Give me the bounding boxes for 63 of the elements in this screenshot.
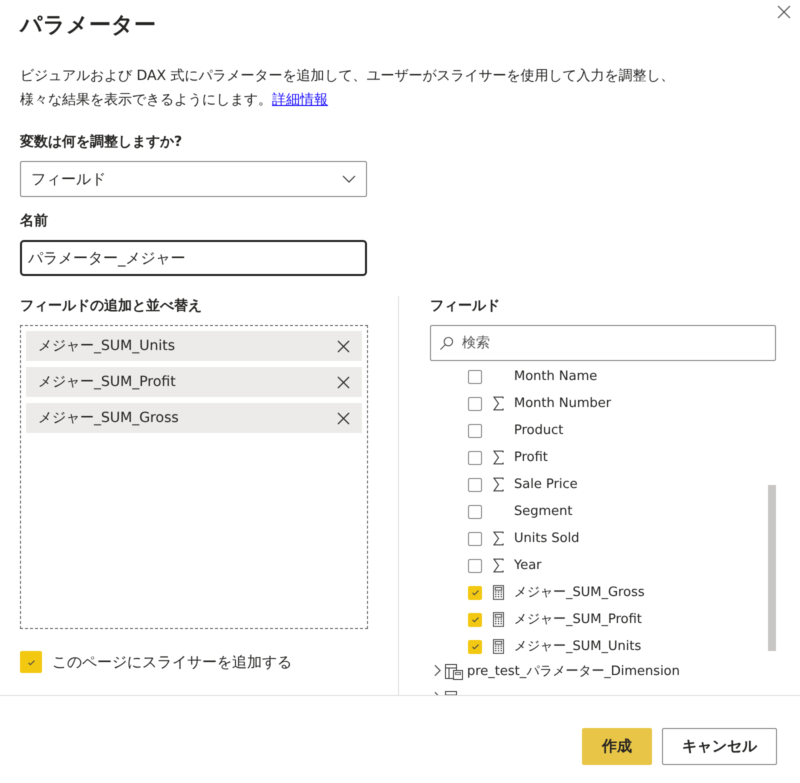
field-name[interactable]: メジャー_SUM_Profit (514, 610, 642, 630)
check-icon (26, 658, 36, 667)
sigma-icon (492, 558, 504, 573)
checkbox-label: このページにスライサーを追加する (52, 652, 292, 673)
calculator-icon (492, 639, 504, 654)
checkbox[interactable] (468, 478, 482, 492)
close-icon (776, 4, 792, 20)
calculator-icon (492, 612, 504, 627)
create-button[interactable]: 作成 (582, 728, 652, 765)
search-field[interactable]: 検索 (430, 325, 776, 361)
checkbox[interactable] (468, 504, 482, 518)
search-icon (439, 336, 454, 350)
section-label: フィールドの追加と並べ替え (20, 297, 203, 316)
field-chip[interactable]: メジャー_SUM_Profit (26, 367, 362, 397)
remove-icon[interactable] (337, 340, 350, 352)
remove-icon[interactable] (337, 376, 350, 388)
learn-more-link[interactable]: 詳細情報 (272, 92, 328, 108)
checkbox[interactable] (468, 612, 482, 626)
field-name[interactable]: Units Sold (514, 528, 580, 548)
field-name[interactable]: Segment (514, 502, 572, 522)
checkbox[interactable] (468, 558, 482, 572)
field-chip[interactable]: メジャー_SUM_Units (26, 331, 362, 361)
cancel-button[interactable]: キャンセル (662, 728, 777, 765)
field-name[interactable]: Year (514, 556, 542, 576)
field-name[interactable]: Sale Price (514, 474, 578, 494)
check-icon (470, 615, 480, 624)
checkbox[interactable] (468, 586, 482, 600)
search-input[interactable]: 検索 (462, 332, 767, 354)
checkbox[interactable] (20, 651, 42, 674)
field-label: 変数は何を調整しますか? (20, 132, 184, 152)
checkbox[interactable] (468, 532, 482, 546)
variable-dropdown[interactable]: フィールド (20, 161, 367, 197)
table-icon (445, 664, 463, 680)
chevron-right-icon[interactable] (434, 664, 441, 677)
sigma-icon (492, 450, 504, 465)
scrollbar[interactable] (768, 485, 776, 651)
field-name[interactable]: Profit (514, 448, 548, 468)
check-icon (470, 588, 480, 597)
checkbox[interactable] (468, 640, 482, 654)
table-name[interactable]: pre_test_パラメーター_Dimension (467, 664, 680, 680)
calculator-icon (492, 585, 504, 600)
field-name[interactable]: メジャー_SUM_Gross (514, 582, 645, 602)
dialog-title: パラメーター (20, 12, 157, 40)
field-chip[interactable]: メジャー_SUM_Gross (26, 403, 362, 433)
check-icon (470, 642, 480, 651)
sigma-icon (492, 477, 504, 492)
checkbox[interactable] (468, 396, 482, 410)
field-name[interactable]: Product (514, 420, 564, 440)
checkbox[interactable] (468, 370, 482, 384)
name-input[interactable]: パラメーター_メジャー (20, 240, 367, 276)
description-text: ビジュアルおよび DAX 式にパラメーターを追加して、ユーザーがスライサーを使用して入力を調整し、 様々な結果を表示できるようにします。詳細情報 (20, 67, 676, 110)
sigma-icon (492, 396, 504, 411)
field-name[interactable]: Month Number (514, 394, 612, 414)
checkbox[interactable] (468, 424, 482, 438)
field-name[interactable]: メジャー_SUM_Units (514, 636, 642, 656)
close-button[interactable] (776, 4, 792, 20)
field-name[interactable]: Month Name (514, 366, 598, 386)
chevron-down-icon (342, 175, 356, 183)
remove-icon[interactable] (337, 412, 350, 424)
field-label: 名前 (20, 212, 49, 231)
checkbox[interactable] (468, 450, 482, 464)
sigma-icon (492, 531, 504, 546)
section-label: フィールド (430, 297, 501, 316)
